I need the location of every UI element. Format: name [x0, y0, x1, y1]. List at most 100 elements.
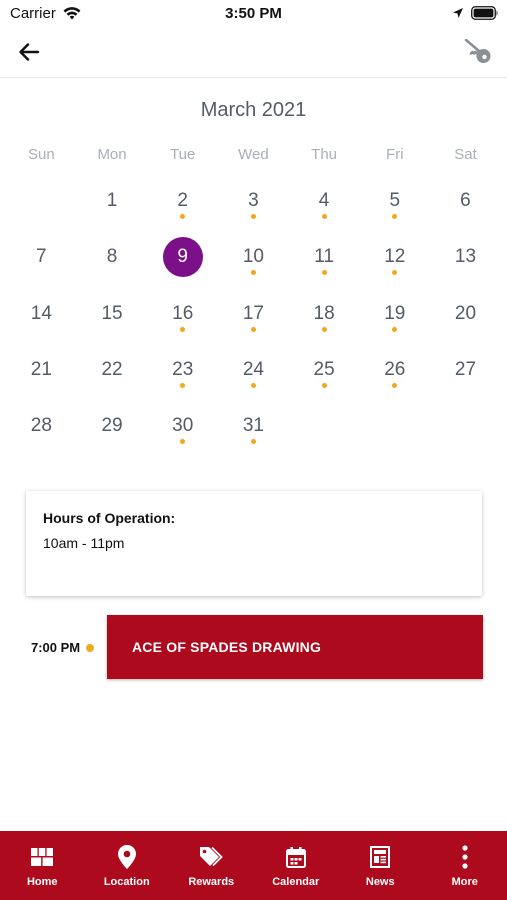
weekday-label: Sat: [454, 146, 477, 163]
calendar-day[interactable]: 6: [430, 180, 501, 236]
day-number: 22: [101, 358, 123, 380]
calendar-day[interactable]: 23: [147, 349, 218, 405]
calendar-day[interactable]: 31: [218, 405, 289, 461]
event-card[interactable]: ACE OF SPADES DRAWING: [107, 615, 483, 679]
calendar-day[interactable]: 24: [218, 349, 289, 405]
calendar-day[interactable]: 13: [430, 236, 501, 292]
event-indicator-dot: [392, 326, 398, 332]
location-arrow-icon: [453, 8, 463, 18]
event-indicator-dot: [250, 214, 256, 219]
day-number: 11: [314, 246, 334, 268]
calendar-day[interactable]: 27: [430, 349, 501, 405]
day-number: 8: [106, 246, 118, 268]
weekday-label: Sun: [27, 146, 55, 163]
day-number: 1: [106, 190, 118, 211]
event-indicator-dot: [180, 382, 186, 388]
day-number: 13: [454, 246, 477, 268]
calendar-day[interactable]: 2: [147, 180, 218, 236]
calendar-day[interactable]: 30: [147, 405, 218, 461]
event-indicator-dot: [180, 439, 186, 445]
calendar-day[interactable]: 21: [6, 349, 77, 405]
key-icon: [464, 39, 491, 63]
calendar-day[interactable]: 1: [77, 180, 148, 236]
navigation-bar: [0, 28, 507, 78]
tab-more[interactable]: More: [423, 831, 507, 900]
day-number: 18: [313, 302, 335, 324]
day-number: 29: [101, 415, 123, 437]
calendar-day[interactable]: 7: [6, 236, 77, 292]
calendar-day[interactable]: 5: [359, 180, 430, 236]
event-indicator-dot: [392, 214, 398, 219]
hours-title: Hours of Operation:: [43, 510, 176, 526]
day-number: 3: [248, 190, 259, 211]
calendar-day[interactable]: 26: [359, 349, 430, 405]
calendar-day[interactable]: 14: [6, 293, 77, 349]
newspaper-icon: [370, 846, 391, 868]
event-indicator-dot: [250, 439, 256, 445]
day-number: 15: [101, 302, 123, 324]
event-indicator-dot: [392, 270, 398, 276]
calendar-day[interactable]: 3: [218, 180, 289, 236]
day-number: 16: [172, 302, 194, 324]
day-number: 21: [30, 358, 52, 380]
event-indicator-dot: [86, 644, 94, 652]
back-arrow-icon: [19, 43, 40, 61]
calendar-empty-cell: [6, 180, 77, 236]
tab-home[interactable]: Home: [0, 831, 85, 900]
bottom-tab-bar: Home Location Rewards Calendar News More: [0, 831, 507, 900]
event-time: 7:00 PM: [31, 640, 81, 655]
day-number: 23: [172, 358, 194, 380]
back-button[interactable]: [14, 38, 44, 66]
calendar-day[interactable]: 8: [77, 236, 148, 292]
day-number: 10: [242, 246, 264, 268]
calendar-day[interactable]: 11: [289, 236, 360, 292]
event-indicator-dot: [250, 382, 256, 388]
tab-label: Location: [103, 876, 150, 888]
calendar-day[interactable]: 19: [359, 293, 430, 349]
more-vertical-icon: [462, 845, 468, 869]
day-number: 19: [384, 302, 406, 324]
status-time: 3:50 PM: [225, 5, 282, 22]
calendar-day[interactable]: 16: [147, 293, 218, 349]
event-indicator-dot: [250, 326, 256, 332]
event-indicator-dot: [321, 326, 327, 332]
day-number: 31: [242, 415, 264, 437]
hours-of-operation-card: Hours of Operation: 10am - 11pm: [26, 491, 482, 596]
calendar-icon: [285, 846, 306, 868]
calendar-day[interactable]: 25: [289, 349, 360, 405]
calendar-day[interactable]: 29: [77, 405, 148, 461]
calendar-day[interactable]: 18: [289, 293, 360, 349]
weekday-label: Thu: [311, 146, 338, 163]
day-number: 4: [318, 190, 330, 211]
tab-location[interactable]: Location: [85, 831, 170, 900]
tab-calendar[interactable]: Calendar: [254, 831, 339, 900]
calendar-day-selected[interactable]: 9: [147, 236, 218, 292]
calendar-day[interactable]: 10: [218, 236, 289, 292]
day-number: 7: [36, 246, 47, 268]
calendar-day[interactable]: 20: [430, 293, 501, 349]
calendar-day[interactable]: 4: [289, 180, 360, 236]
key-button[interactable]: [462, 36, 494, 68]
calendar-day[interactable]: 17: [218, 293, 289, 349]
event-indicator-dot: [392, 382, 398, 388]
tag-icon: [200, 846, 224, 867]
day-number: 25: [313, 358, 335, 380]
day-number: 14: [30, 302, 52, 324]
event-indicator-dot: [250, 270, 256, 276]
hours-value: 10am - 11pm: [43, 535, 125, 551]
battery-icon: [471, 6, 498, 20]
tab-label: Home: [26, 876, 58, 888]
calendar-day[interactable]: 15: [77, 293, 148, 349]
day-number: 5: [389, 190, 401, 211]
calendar-day[interactable]: 28: [6, 405, 77, 461]
event-indicator-dot: [321, 382, 327, 388]
calendar-day[interactable]: 12: [359, 236, 430, 292]
location-pin-icon: [117, 845, 136, 869]
weekday-header-row: Sun Mon Tue Wed Thu Fri Sat: [6, 146, 501, 163]
calendar-day[interactable]: 22: [77, 349, 148, 405]
event-title: ACE OF SPADES DRAWING: [132, 639, 322, 655]
event-indicator-dot: [321, 214, 327, 219]
tab-news[interactable]: News: [338, 831, 423, 900]
day-number: 6: [460, 190, 471, 211]
tab-rewards[interactable]: Rewards: [169, 831, 254, 900]
